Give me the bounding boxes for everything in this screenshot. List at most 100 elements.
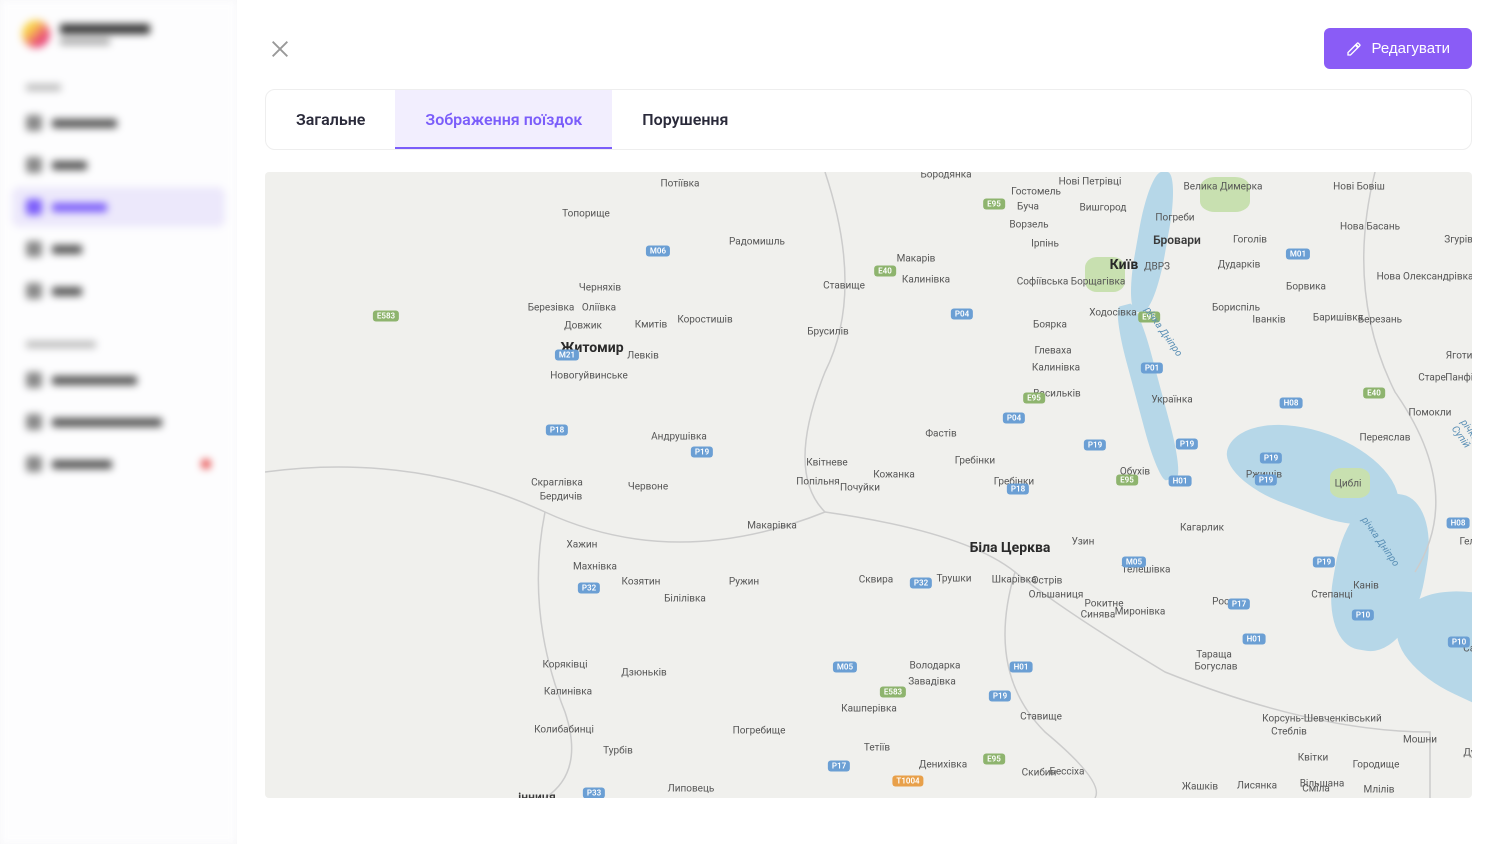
city-label: Лисянка [1237, 781, 1277, 792]
highway-marker: H08 [1447, 518, 1470, 529]
city-label: Сквира [859, 575, 893, 586]
city-label: Ставище [823, 281, 865, 292]
nav-label [52, 119, 117, 128]
city-label: Бессіха [1050, 767, 1085, 778]
city-label: Острів [1032, 576, 1063, 587]
section-label [26, 84, 61, 91]
city-label: Ружин [729, 577, 759, 588]
company-info [60, 24, 150, 45]
pencil-icon [1346, 41, 1362, 57]
highway-marker: M05 [833, 662, 857, 673]
highway-marker: E40 [874, 266, 896, 277]
highway-marker: E583 [373, 311, 399, 322]
city-label: Синява [1081, 610, 1116, 621]
city-label: Почуйки [840, 483, 880, 494]
highway-marker: T1004 [892, 776, 923, 787]
city-label: Білілівка [664, 594, 706, 605]
city-label: Вільшана [1300, 779, 1345, 790]
tab-general[interactable]: Загальне [266, 90, 395, 149]
city-label: Старе [1418, 373, 1446, 384]
city-label: Мошни [1403, 735, 1437, 746]
sidebar-item-3[interactable] [12, 187, 225, 227]
city-label: Миронівка [1115, 607, 1166, 618]
tab-violations[interactable]: Порушення [612, 90, 758, 149]
city-label: Коростишів [677, 315, 732, 326]
city-label: Дударків [1218, 260, 1261, 271]
city-label: Панфіли [1445, 373, 1472, 384]
highway-marker: P10 [1352, 610, 1374, 621]
city-label: Помокли [1409, 408, 1452, 419]
city-label: Калинівка [544, 687, 592, 698]
city-label: Нові Петрівці [1059, 177, 1122, 188]
river-label: річка Супій [1449, 418, 1472, 451]
city-label: Калинівка [902, 275, 950, 286]
highway-marker: P19 [1176, 439, 1198, 450]
highway-marker: P19 [691, 447, 713, 458]
nav-icon [26, 372, 42, 388]
city-label: Оліївка [582, 303, 616, 314]
city-label: Коряківці [542, 660, 587, 671]
map[interactable]: КиївЖитомирБіла ЦеркваЧеркасиБровариінни… [265, 172, 1472, 798]
city-label: Андрушівка [651, 432, 707, 443]
river [1112, 302, 1184, 483]
city-label: Ольшаниця [1029, 590, 1084, 601]
city-label: Хажин [567, 540, 598, 551]
city-label: Потіївка [660, 179, 699, 190]
sidebar-item-8[interactable] [12, 444, 225, 484]
sidebar-item-1[interactable] [12, 103, 225, 143]
tab-trip-images[interactable]: Зображення поїздок [395, 90, 612, 149]
city-label: Жашків [1182, 782, 1218, 793]
close-button[interactable] [265, 34, 295, 64]
highway-marker: E95 [983, 199, 1005, 210]
city-label: Біла Церква [970, 540, 1051, 556]
city-label: Квітневе [806, 458, 847, 469]
company-selector[interactable] [12, 14, 225, 54]
highway-marker: E95 [1023, 393, 1045, 404]
sidebar [0, 0, 237, 844]
nav-label [52, 460, 112, 469]
city-label: Буча [1017, 202, 1039, 213]
city-label: Денихівка [919, 760, 967, 771]
highway-marker: P19 [989, 691, 1011, 702]
highway-marker: M01 [1286, 249, 1310, 260]
nav-icon [26, 199, 42, 215]
sidebar-item-6[interactable] [12, 360, 225, 400]
city-label: Завадівка [908, 677, 956, 688]
city-label: Володарка [910, 661, 961, 672]
edit-button-label: Редагувати [1372, 40, 1451, 57]
highway-marker: P19 [1313, 557, 1335, 568]
sidebar-item-7[interactable] [12, 402, 225, 442]
city-label: Баришівка [1313, 313, 1363, 324]
city-label: Вишгород [1080, 203, 1127, 214]
highway-marker: P01 [1141, 363, 1163, 374]
city-label: Боярка [1033, 320, 1067, 331]
nav-icon [26, 283, 42, 299]
city-label: Топорище [562, 209, 610, 220]
highway-marker: H01 [1169, 476, 1192, 487]
nav-icon [26, 157, 42, 173]
highway-marker: P33 [583, 788, 605, 799]
city-label: Сміла [1302, 784, 1330, 795]
city-label: Кожанка [873, 470, 915, 481]
city-label: Рокитне [1084, 599, 1123, 610]
sidebar-item-4[interactable] [12, 229, 225, 269]
sidebar-item-5[interactable] [12, 271, 225, 311]
city-label: Узин [1072, 537, 1095, 548]
city-label: Шкарівка [992, 575, 1037, 586]
city-label: Гребінки [955, 456, 995, 467]
city-label: Нові Бовіш [1333, 182, 1385, 193]
city-label: Квітки [1298, 753, 1329, 764]
sidebar-item-2[interactable] [12, 145, 225, 185]
highway-marker: M21 [555, 350, 579, 361]
highway-marker: M06 [646, 246, 670, 257]
city-label: Дубіївка [1463, 748, 1472, 759]
edit-button[interactable]: Редагувати [1324, 28, 1473, 69]
park [1085, 257, 1125, 292]
city-label: Скибин [1022, 768, 1057, 779]
modal-header: Редагувати [265, 28, 1472, 69]
city-label: Бердичів [540, 492, 583, 503]
nav-label [52, 418, 162, 427]
city-label: Гельм'язів [1459, 537, 1472, 548]
city-label: Яготин [1446, 351, 1472, 362]
highway-marker: P19 [1255, 475, 1277, 486]
